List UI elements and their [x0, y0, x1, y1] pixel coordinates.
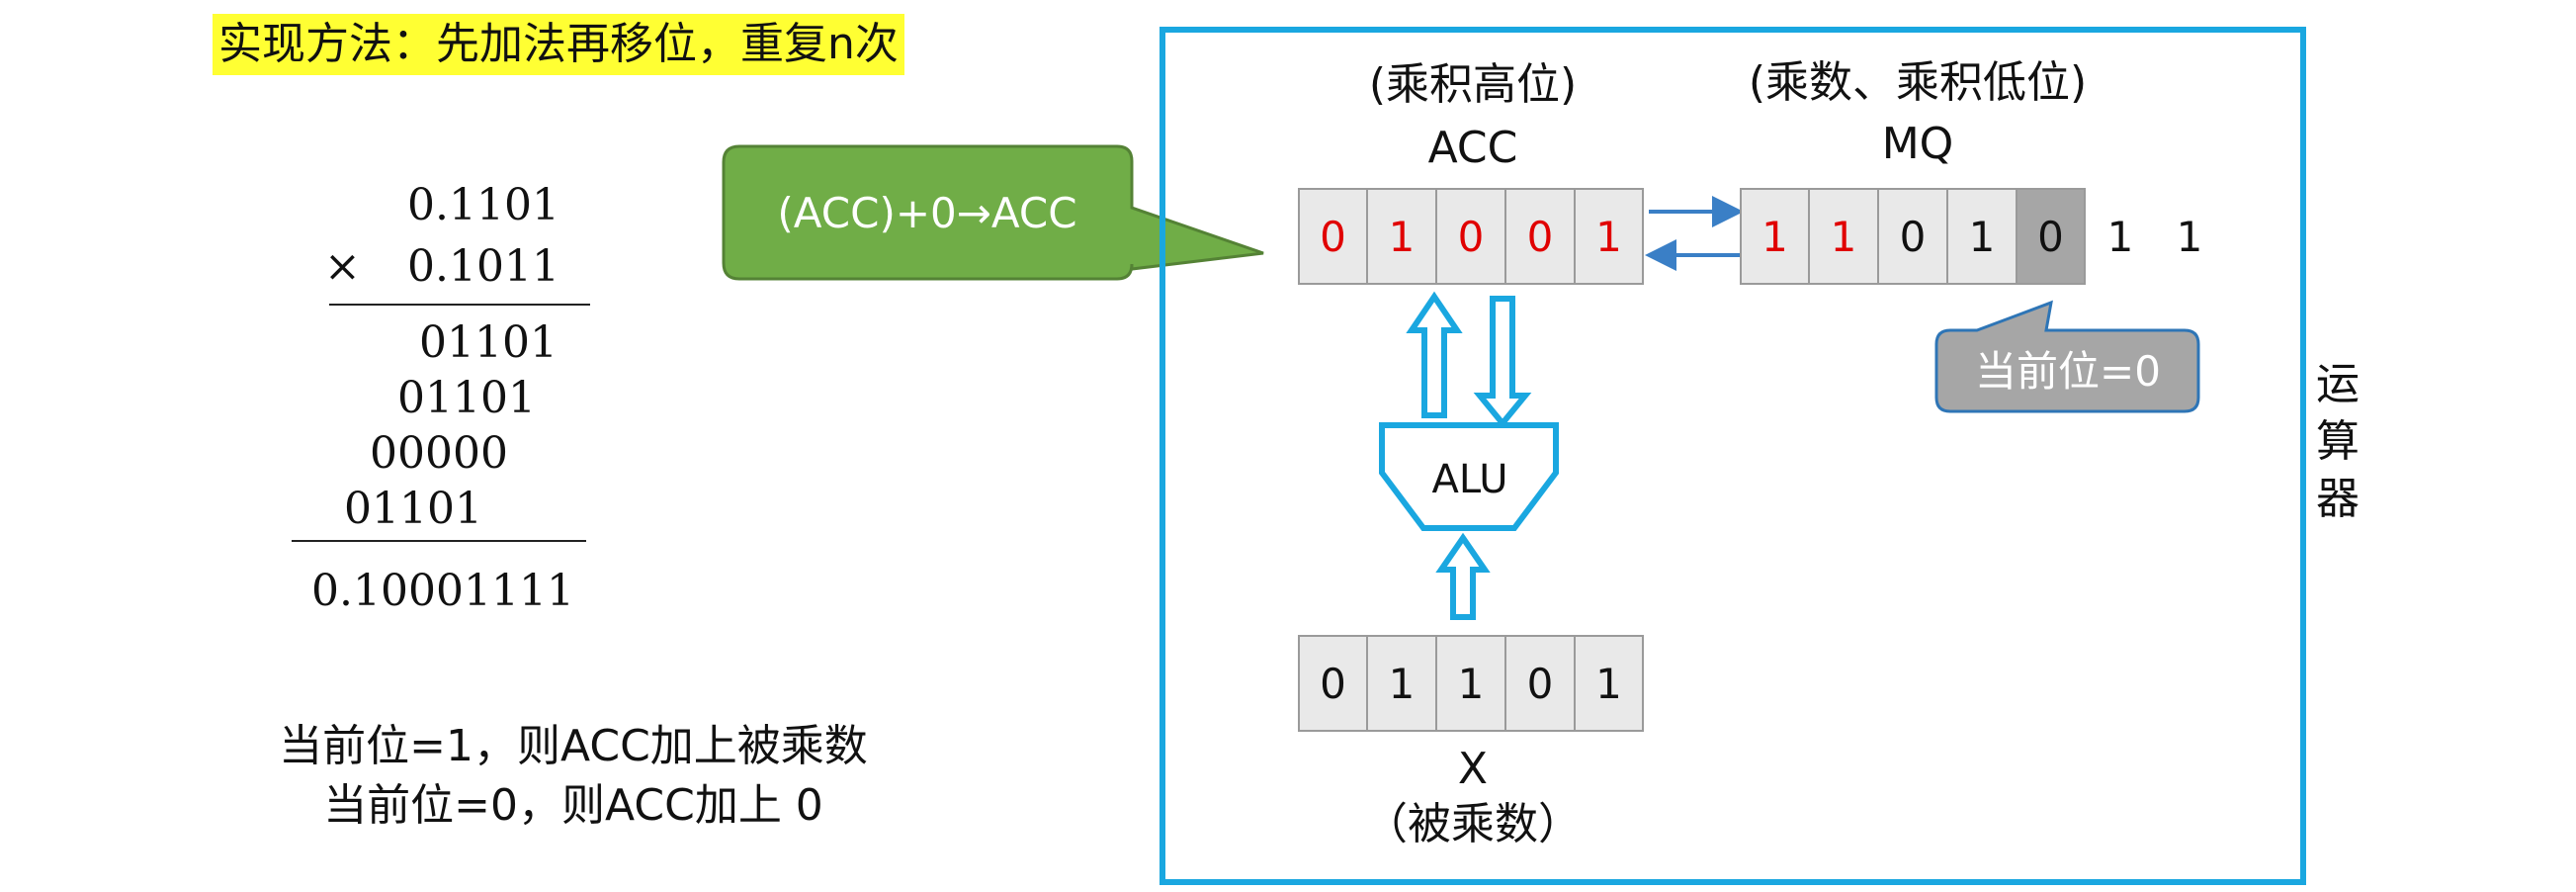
- acc-caption: (乘积高位): [1368, 59, 1578, 110]
- mq-shifted-out-bit: 1: [2106, 212, 2134, 261]
- x-bit: 0: [1505, 635, 1575, 732]
- operation-callout-text: (ACC)+0→ACC: [777, 189, 1076, 237]
- x-caption: （被乘数）: [1364, 799, 1582, 849]
- acc-name: ACC: [1427, 123, 1518, 173]
- arithmetic-unit-label-char: 器: [2316, 474, 2360, 524]
- mq-name: MQ: [1881, 119, 1954, 169]
- mq-shifted-out-bit: 1: [2176, 212, 2203, 261]
- x-name: X: [1457, 744, 1489, 794]
- x-register: 0 1 1 0 1: [1298, 635, 1644, 732]
- mq-bit: 1: [1740, 188, 1809, 285]
- mq-register: 1 1 0 1 0 1 1: [1740, 188, 2224, 285]
- mq-current-bit: 0: [2017, 188, 2086, 285]
- arithmetic-unit-label-char: 算: [2316, 416, 2360, 467]
- acc-bit: 1: [1367, 188, 1436, 285]
- mq-bit: 1: [1809, 188, 1878, 285]
- acc-bit: 0: [1436, 188, 1505, 285]
- arithmetic-unit-label: 运 算 器: [2308, 356, 2367, 528]
- acc-bit: 1: [1575, 188, 1644, 285]
- x-bit: 1: [1575, 635, 1644, 732]
- acc-bit: 0: [1298, 188, 1367, 285]
- mq-bit: 1: [1947, 188, 2017, 285]
- x-bit: 0: [1298, 635, 1367, 732]
- mq-bit: 0: [1878, 188, 1947, 285]
- x-bit: 1: [1436, 635, 1505, 732]
- x-bit: 1: [1367, 635, 1436, 732]
- mq-caption: (乘数、乘积低位): [1748, 57, 2088, 108]
- acc-register: 0 1 0 0 1: [1298, 188, 1644, 285]
- acc-bit: 0: [1505, 188, 1575, 285]
- arithmetic-unit-label-char: 运: [2316, 359, 2360, 409]
